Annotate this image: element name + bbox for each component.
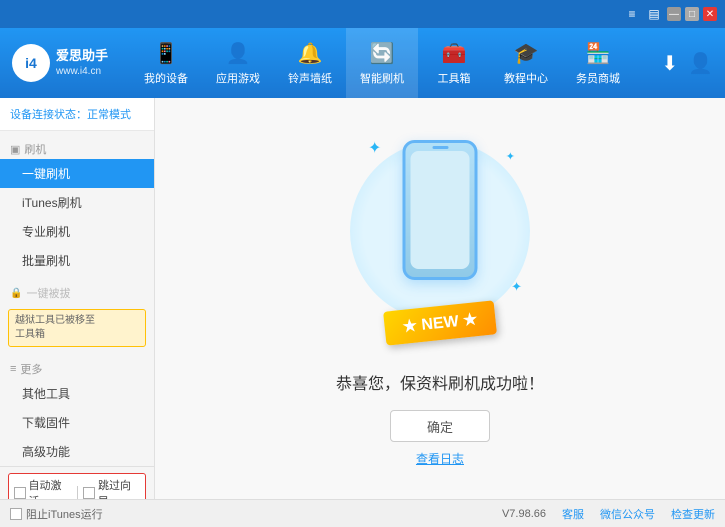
logo-area: i4 爱思助手 www.i4.cn (0, 28, 130, 98)
sidebar-item-itunes-flash[interactable]: iTunes刷机 (0, 188, 154, 217)
auto-activate-row: 自动激活 跳过向导 (8, 473, 146, 499)
sidebar-item-batch-flash[interactable]: 批量刷机 (0, 246, 154, 275)
nav-items: 📱 我的设备 👤 应用游戏 🔔 铃声墙纸 🔄 智能刷机 🧰 工具箱 🎓 教程中心… (130, 28, 661, 98)
close-icon[interactable]: ✕ (703, 7, 717, 21)
user-button[interactable]: 👤 (688, 51, 713, 76)
wechat-link[interactable]: 微信公众号 (600, 506, 655, 522)
sparkle-right-top-icon: ✦ (506, 150, 515, 163)
success-text: 恭喜您，保资料刷机成功啦！ (336, 370, 544, 394)
logo-text: 爱思助手 www.i4.cn (56, 48, 108, 78)
main-layout: 设备连接状态：正常模式 ▣ 刷机 一键刷机 iTunes刷机 专业刷机 批量刷机… (0, 98, 725, 499)
stop-itunes-checkbox[interactable] (10, 508, 22, 520)
sidebar-item-download-firmware[interactable]: 下载固件 (0, 408, 154, 437)
sidebar-item-one-key-flash[interactable]: 一键刷机 (0, 159, 154, 188)
more-icon: ≡ (10, 363, 16, 375)
my-device-icon: 📱 (154, 41, 179, 66)
phone-illustration (403, 140, 478, 280)
header: i4 爱思助手 www.i4.cn 📱 我的设备 👤 应用游戏 🔔 铃声墙纸 🔄… (0, 28, 725, 98)
content-area: ✦ ✦ ✦ ★ NEW ★ 恭喜您，保资料刷机成功啦！ 确定 查看日志 (155, 98, 725, 499)
sidebar-disabled-restore: 🔒 一键被拔 (0, 281, 154, 305)
check-update-link[interactable]: 检查更新 (671, 506, 715, 522)
version-label: V7.98.66 (502, 508, 546, 520)
flash-section-icon: ▣ (10, 143, 20, 156)
download-button[interactable]: ⬇ (661, 51, 678, 76)
footer: 阻止iTunes运行 V7.98.66 客服 微信公众号 检查更新 (0, 499, 725, 527)
header-right: ⬇ 👤 (661, 51, 725, 76)
lock-icon: 🔒 (10, 288, 22, 299)
skip-guide-checkbox[interactable]: 跳过向导 (83, 477, 140, 499)
confirm-button[interactable]: 确定 (390, 410, 490, 442)
flash-section: ▣ 刷机 一键刷机 iTunes刷机 专业刷机 批量刷机 (0, 131, 154, 281)
sidebar-item-pro-flash[interactable]: 专业刷机 (0, 217, 154, 246)
nav-ringtones[interactable]: 🔔 铃声墙纸 (274, 28, 346, 98)
nav-business[interactable]: 🏪 务员商城 (562, 28, 634, 98)
separator (77, 486, 78, 499)
signal-icon: ▤ (645, 5, 663, 23)
device-area: 自动激活 跳过向导 📱 iPhone 15 Pro Max 512GB iPho… (0, 466, 154, 499)
flash-section-header: ▣ 刷机 (0, 137, 154, 159)
nav-my-device[interactable]: 📱 我的设备 (130, 28, 202, 98)
auto-activate-check-box[interactable] (14, 487, 26, 499)
apps-icon: 👤 (226, 41, 251, 66)
auto-activate-checkbox[interactable]: 自动激活 (14, 477, 71, 499)
nav-toolbox[interactable]: 🧰 工具箱 (418, 28, 490, 98)
footer-left: 阻止iTunes运行 (10, 506, 103, 522)
view-log-button[interactable]: 查看日志 (416, 450, 464, 467)
sidebar: 设备连接状态：正常模式 ▣ 刷机 一键刷机 iTunes刷机 专业刷机 批量刷机… (0, 98, 155, 499)
sparkle-right-bottom-icon: ✦ (511, 279, 522, 295)
tutorials-icon: 🎓 (514, 41, 539, 66)
toolbox-icon: 🧰 (442, 41, 467, 66)
wifi-icon: ≡ (623, 5, 641, 23)
more-section-header: ≡ 更多 (0, 355, 154, 379)
success-illustration: ✦ ✦ ✦ ★ NEW ★ (340, 130, 540, 350)
sparkle-left-icon: ✦ (368, 138, 381, 158)
sidebar-item-advanced[interactable]: 高级功能 (0, 437, 154, 466)
footer-right: V7.98.66 客服 微信公众号 检查更新 (502, 506, 715, 522)
nav-apps[interactable]: 👤 应用游戏 (202, 28, 274, 98)
nav-tutorials[interactable]: 🎓 教程中心 (490, 28, 562, 98)
smart-flash-icon: 🔄 (370, 41, 395, 66)
skip-guide-check-box[interactable] (83, 487, 95, 499)
business-icon: 🏪 (586, 41, 611, 66)
top-bar: ≡ ▤ — □ ✕ (0, 0, 725, 28)
sidebar-item-other-tools[interactable]: 其他工具 (0, 379, 154, 408)
sidebar-status: 设备连接状态：正常模式 (0, 98, 154, 131)
stop-itunes-label: 阻止iTunes运行 (26, 506, 103, 522)
sidebar-notice: 越狱工具已被移至工具箱 (8, 309, 146, 347)
logo-icon: i4 (12, 44, 50, 82)
customer-link[interactable]: 客服 (562, 506, 584, 522)
nav-smart-flash[interactable]: 🔄 智能刷机 (346, 28, 418, 98)
maximize-icon[interactable]: □ (685, 7, 699, 21)
minimize-icon[interactable]: — (667, 7, 681, 21)
ringtones-icon: 🔔 (298, 41, 323, 66)
